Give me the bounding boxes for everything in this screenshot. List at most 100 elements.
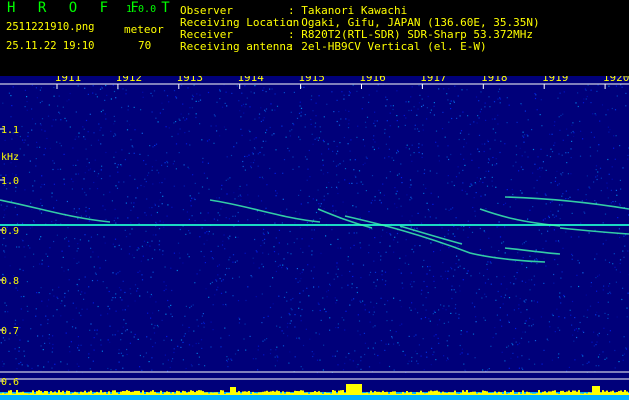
level-bar: [336, 393, 338, 395]
level-bar: [266, 390, 268, 395]
level-bar: [278, 391, 280, 395]
level-bar: [474, 391, 476, 395]
level-bar: [206, 392, 208, 395]
level-bar: [450, 392, 452, 395]
level-bar: [234, 387, 236, 395]
level-bar: [260, 392, 262, 395]
level-bar: [520, 393, 522, 395]
level-bar: [152, 390, 154, 395]
level-bar: [124, 391, 126, 395]
level-bar: [224, 393, 226, 395]
level-bar: [332, 390, 334, 395]
level-bar: [284, 393, 286, 395]
level-bar: [112, 390, 114, 395]
y-tick-label: 0.8: [1, 276, 19, 287]
level-bar: [272, 390, 274, 395]
level-bar: [154, 391, 156, 395]
level-bar: [600, 392, 602, 395]
level-bar: [164, 392, 166, 395]
level-bar: [308, 393, 310, 395]
level-bar: [552, 390, 554, 395]
level-bar: [188, 391, 190, 395]
level-bar: [598, 386, 600, 395]
level-bar: [320, 392, 322, 395]
level-bar: [422, 392, 424, 395]
level-bar: [262, 391, 264, 395]
level-bar: [402, 391, 404, 395]
level-bar: [352, 384, 354, 395]
level-bar: [416, 392, 418, 395]
level-bar: [366, 392, 368, 395]
level-bar: [616, 392, 618, 395]
level-bar: [312, 392, 314, 395]
level-bar: [110, 393, 112, 395]
level-bar: [114, 390, 116, 395]
level-bar: [324, 392, 326, 395]
level-bar: [96, 391, 98, 395]
level-bar: [582, 393, 584, 395]
level-bar: [384, 392, 386, 395]
level-bar: [60, 392, 62, 395]
level-bar: [180, 393, 182, 395]
level-bar: [76, 392, 78, 395]
level-bar: [242, 391, 244, 395]
level-bar: [258, 392, 260, 395]
level-bar: [146, 392, 148, 395]
level-bar: [264, 391, 266, 395]
level-bar: [614, 392, 616, 395]
level-bar: [292, 392, 294, 395]
level-bar: [104, 391, 106, 395]
file-name: 2511221910.png: [6, 21, 95, 33]
level-bar: [138, 390, 140, 395]
level-bar: [354, 384, 356, 395]
file-datetime: 25.11.22 19:10: [6, 40, 95, 52]
level-bar: [620, 390, 622, 395]
level-bar: [412, 393, 414, 395]
level-bar: [274, 391, 276, 395]
level-bar: [250, 393, 252, 395]
level-bar: [612, 390, 614, 395]
level-bar: [136, 390, 138, 395]
level-bar: [362, 393, 364, 395]
level-bar: [200, 390, 202, 395]
y-tick-label: 1.0: [1, 176, 19, 187]
level-bar: [466, 390, 468, 395]
level-bar: [360, 384, 362, 395]
level-bar: [198, 390, 200, 395]
level-bar: [326, 392, 328, 395]
level-bar: [94, 392, 96, 395]
level-bar: [238, 391, 240, 395]
level-bar: [532, 393, 534, 395]
level-bar: [468, 392, 470, 395]
level-bar: [346, 384, 348, 395]
level-bar: [62, 390, 64, 395]
level-bar: [330, 393, 332, 395]
level-bar: [240, 393, 242, 395]
level-bar: [478, 392, 480, 395]
level-bar: [186, 392, 188, 395]
level-bar: [158, 393, 160, 395]
level-bar: [160, 390, 162, 395]
level-bar: [196, 390, 198, 395]
level-bar: [148, 392, 150, 395]
level-bar: [212, 392, 214, 395]
level-bar: [64, 393, 66, 395]
level-bar: [486, 391, 488, 395]
level-bar: [338, 390, 340, 395]
level-bar: [10, 390, 12, 395]
level-bar: [108, 391, 110, 395]
y-unit-label: kHz: [1, 152, 20, 163]
level-bar: [558, 393, 560, 395]
level-bar: [572, 390, 574, 395]
level-bar: [448, 392, 450, 395]
level-bar: [314, 391, 316, 395]
level-bar: [516, 393, 518, 395]
level-bar: [42, 393, 44, 395]
level-bar: [492, 392, 494, 395]
level-bar: [460, 393, 462, 395]
level-bar: [34, 393, 36, 395]
level-bar: [570, 392, 572, 395]
level-bar: [204, 392, 206, 395]
level-bar: [170, 393, 172, 395]
level-bar: [232, 387, 234, 395]
